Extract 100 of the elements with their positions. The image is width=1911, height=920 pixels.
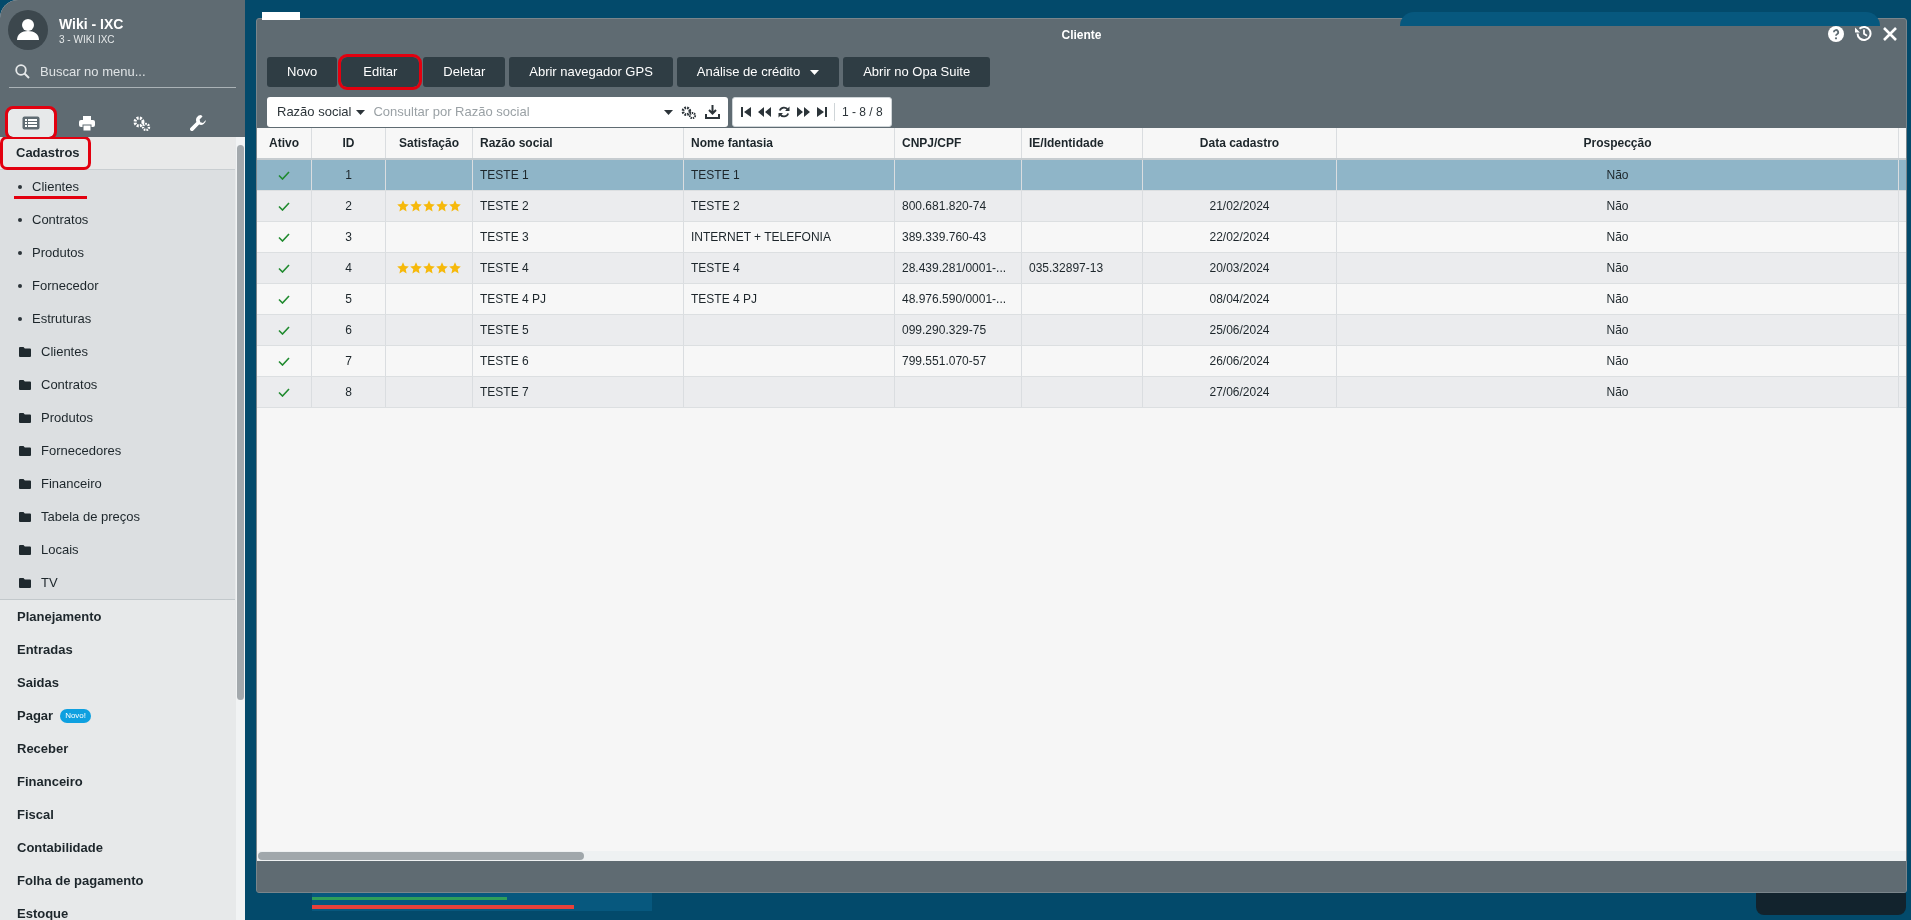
column-header[interactable]: Razão social	[473, 128, 684, 158]
table-cell-text: Não	[1606, 198, 1629, 215]
avatar-icon	[8, 10, 48, 50]
menu-link[interactable]: Estruturas	[18, 308, 92, 329]
menu-section[interactable]: Financeiro	[16, 767, 84, 796]
star-icon	[397, 262, 409, 274]
menu-section[interactable]: Saidas	[16, 668, 60, 697]
toolbar-button[interactable]: Análise de crédito	[676, 57, 840, 87]
table-row[interactable]: 4 TESTE 4 TESTE 4 28.439.281/0001-... 035.32897-13 20/03/2024 Não	[257, 253, 1906, 284]
menu-link[interactable]: Contratos	[18, 374, 98, 395]
folder-icon	[19, 346, 31, 357]
column-header[interactable]: Data cadastro	[1143, 128, 1337, 158]
toolbar-button[interactable]: Deletar	[423, 57, 506, 87]
column-header[interactable]: Nome fantasia	[684, 128, 895, 158]
table-row[interactable]: 6 TESTE 5 099.290.329-75 25/06/2024 Não	[257, 315, 1906, 346]
table-cell-text: TESTE 7	[480, 384, 529, 401]
menu-section[interactable]: Contabilidade	[16, 833, 104, 862]
refresh-icon[interactable]	[778, 106, 790, 118]
gears-icon[interactable]	[681, 105, 697, 119]
column-header[interactable]: CNPJ/CPF	[895, 128, 1022, 158]
menu-link[interactable]: Fornecedores	[18, 440, 122, 461]
menu-link[interactable]: Clientes	[14, 173, 87, 200]
table-cell-text: Não	[1606, 260, 1629, 277]
star-icon	[436, 262, 448, 274]
bullet-icon	[18, 217, 22, 222]
menu-link[interactable]: Produtos	[18, 407, 94, 428]
search-icon	[15, 64, 30, 79]
table-cell-text: 2	[345, 198, 352, 215]
table-cell-text: Não	[1606, 322, 1629, 339]
scrollbar-thumb[interactable]	[237, 145, 244, 700]
folder-icon	[19, 412, 31, 423]
help-icon[interactable]	[1828, 25, 1844, 42]
star-icon	[449, 200, 461, 212]
toolbar-button[interactable]: Abrir no Opa Suite	[843, 57, 991, 87]
history-icon[interactable]	[1854, 25, 1872, 42]
search-field[interactable]: Razão social Consultar por Razão social	[267, 97, 728, 127]
toolbar-button[interactable]: Novo	[267, 57, 338, 87]
field-selector[interactable]: Razão social	[277, 102, 366, 122]
table-cell-text: Não	[1606, 167, 1629, 184]
table-cell-text: TESTE 2	[480, 198, 529, 215]
folder-icon	[19, 544, 31, 555]
user-subtitle: 3 - WIKI IXC	[59, 32, 116, 46]
folder-icon	[19, 577, 31, 588]
column-header[interactable]: Ativo	[257, 128, 312, 158]
table-row[interactable]: 2 TESTE 2 TESTE 2 800.681.820-74 21/02/2024 Não	[257, 191, 1906, 222]
menu-link[interactable]: Clientes	[18, 341, 88, 362]
menu-link[interactable]: Tabela de preços	[18, 506, 140, 527]
table-cell-text: TESTE 4 PJ	[480, 291, 547, 308]
menu-section[interactable]: Pagar	[16, 701, 55, 730]
caret-icon[interactable]	[664, 109, 673, 115]
search-field[interactable]: Buscar no menu...	[40, 61, 220, 82]
menu-section[interactable]: Folha de pagamento	[16, 866, 145, 895]
table-row[interactable]: 8 TESTE 7 27/06/2024 Não	[257, 377, 1906, 408]
table-cell-text: 5	[345, 291, 352, 308]
last-page-icon[interactable]	[817, 107, 827, 117]
table-row[interactable]: 7 TESTE 6 799.551.070-57 26/06/2024 Não	[257, 346, 1906, 377]
previous-page-icon[interactable]	[758, 107, 771, 117]
table-cell-text: Não	[1606, 229, 1629, 246]
menu-link[interactable]: Fornecedor	[18, 275, 99, 296]
download-icon[interactable]	[705, 105, 720, 119]
menu-link[interactable]: Financeiro	[18, 473, 102, 494]
table-row[interactable]: 1 TESTE 1 TESTE 1 Não	[257, 160, 1906, 191]
table-cell-text: TESTE 1	[480, 167, 529, 184]
table-cell-text: 26/06/2024	[1209, 353, 1270, 370]
menu-section[interactable]: Cadastros	[3, 139, 88, 167]
menu-section[interactable]: Planejamento	[16, 602, 103, 631]
column-header[interactable]: IE/Identidade	[1022, 128, 1143, 158]
menu-link[interactable]: Locais	[18, 539, 79, 560]
table-cell-text: 3	[345, 229, 352, 246]
table-cell-text: 4	[345, 260, 352, 277]
close-icon[interactable]	[1882, 25, 1898, 42]
menu-tab[interactable]	[8, 109, 54, 137]
menu-link[interactable]: Produtos	[18, 242, 85, 263]
caret-icon	[810, 69, 820, 75]
column-header[interactable]: Prospecção	[1337, 128, 1899, 158]
table-cell-text: Não	[1606, 353, 1629, 370]
table-cell-text: 22/02/2024	[1209, 229, 1270, 246]
toolbar-button[interactable]: Editar	[341, 57, 420, 87]
menu-section[interactable]: Receber	[16, 734, 70, 763]
toolbar-button[interactable]: Abrir navegador GPS	[509, 57, 673, 87]
menu-section[interactable]: Fiscal	[16, 800, 55, 829]
table-cell-text: 389.339.760-43	[902, 229, 987, 246]
star-icon	[397, 200, 409, 212]
column-header[interactable]: Satisfação	[386, 128, 473, 158]
menu-link[interactable]: Contratos	[18, 209, 89, 230]
printer-icon	[78, 115, 95, 131]
first-page-icon[interactable]	[741, 107, 751, 117]
table-cell-text: 20/03/2024	[1209, 260, 1270, 277]
table-cell-text: 800.681.820-74	[902, 198, 987, 215]
next-page-icon[interactable]	[797, 107, 810, 117]
menu-link[interactable]: TV	[18, 572, 58, 593]
table-row[interactable]: 3 TESTE 3 INTERNET + TELEFONIA 389.339.760-43 22/02/2024 Não	[257, 222, 1906, 253]
menu-section[interactable]: Entradas	[16, 635, 74, 664]
column-header[interactable]: ID	[312, 128, 386, 158]
background-panel	[262, 12, 300, 20]
menu-section[interactable]: Estoque	[16, 899, 70, 920]
scrollbar-thumb[interactable]	[258, 852, 584, 860]
table-cell-text: 28.439.281/0001-...	[902, 260, 1007, 277]
table-row[interactable]: 5 TESTE 4 PJ TESTE 4 PJ 48.976.590/0001-... 08/04/2024 Não	[257, 284, 1906, 315]
table-cell-text: 8	[345, 384, 352, 401]
